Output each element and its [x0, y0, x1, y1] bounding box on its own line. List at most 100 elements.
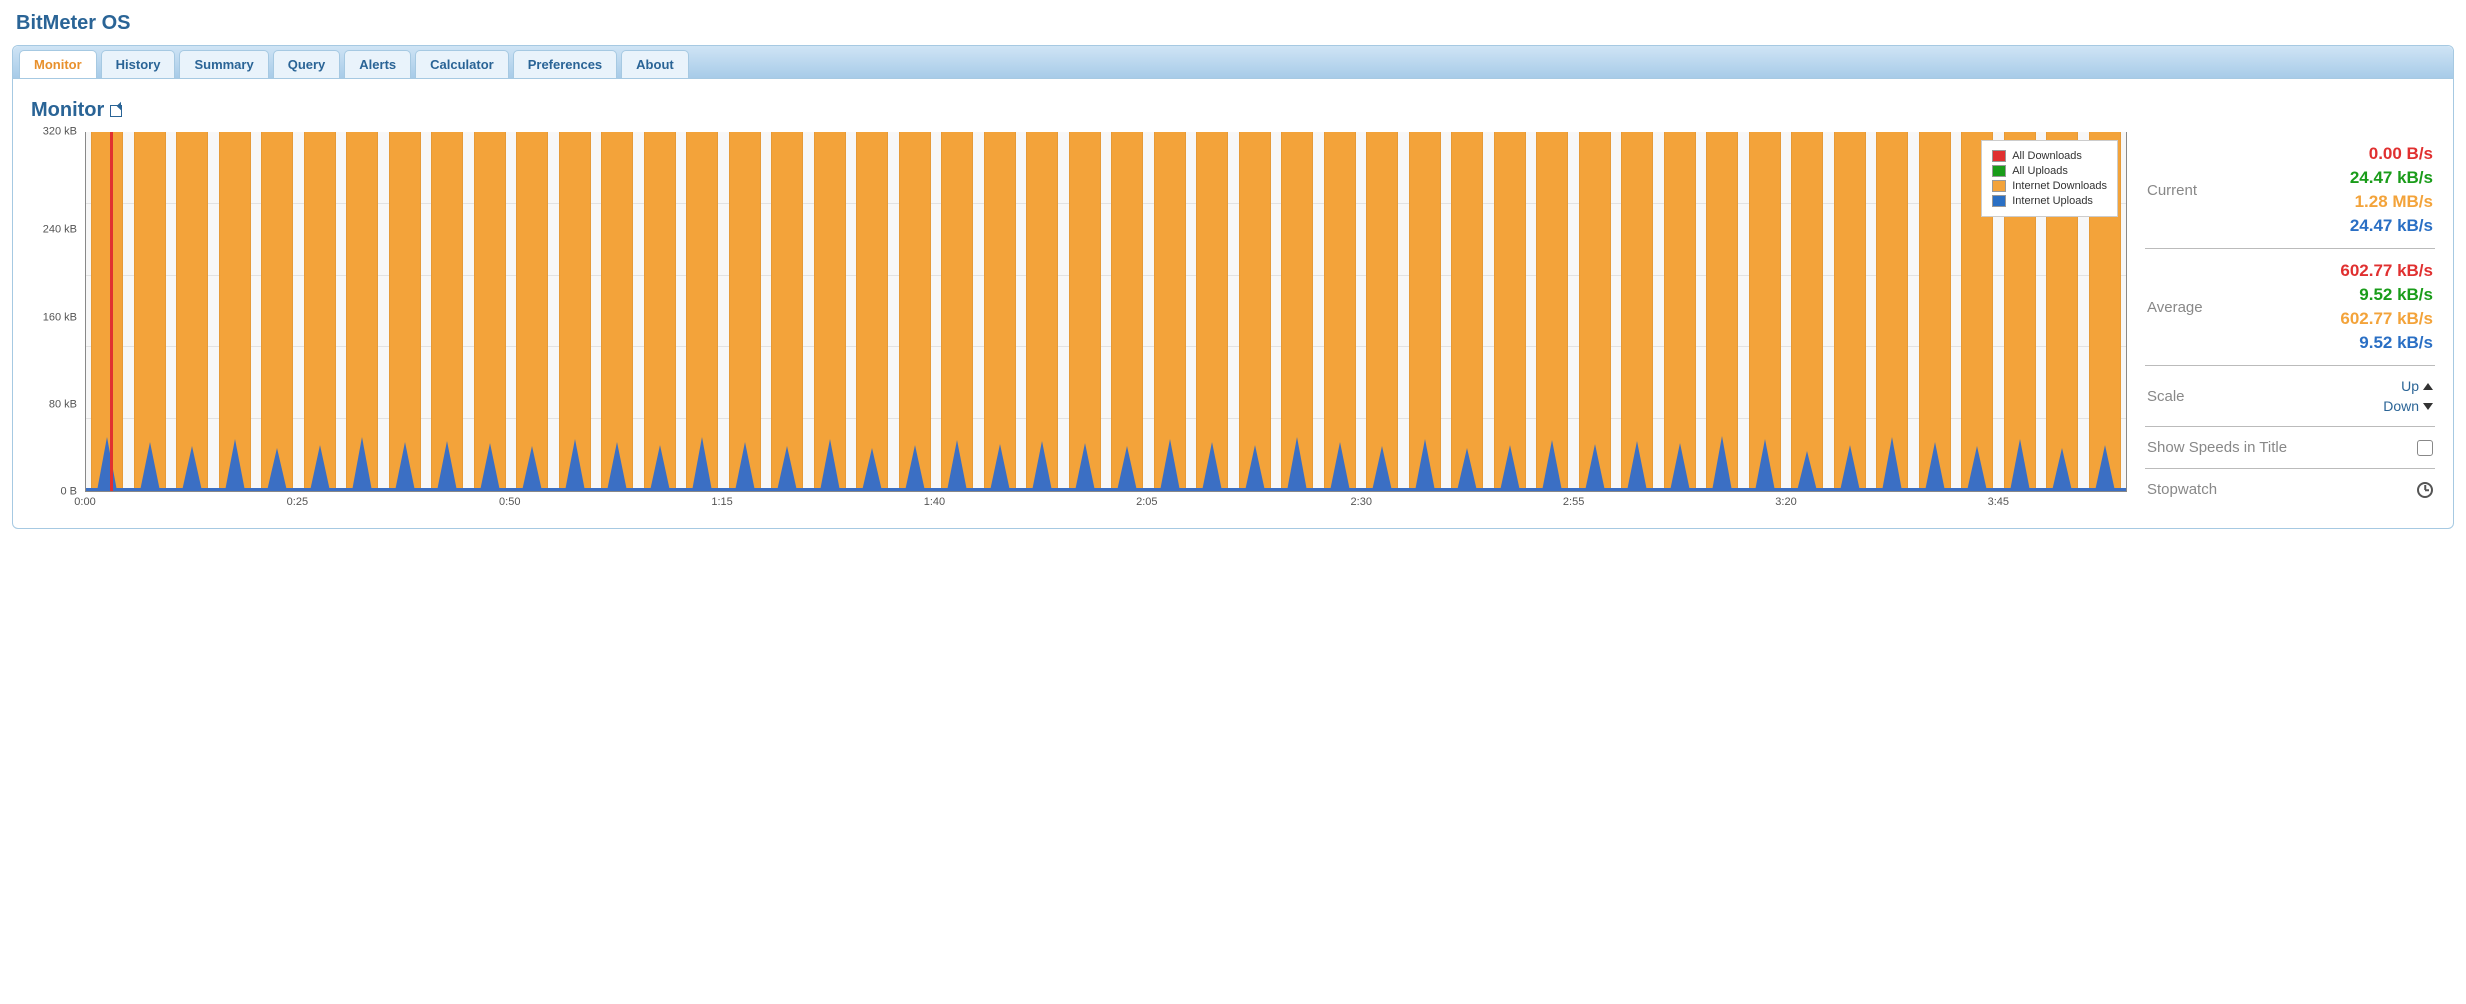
internet-download-bar — [1069, 132, 1101, 491]
bar-slot — [1616, 132, 1658, 491]
x-tick: 2:30 — [1351, 496, 1372, 508]
current-internet-uploads: 24.47 kB/s — [2350, 216, 2433, 236]
tab-summary[interactable]: Summary — [179, 50, 268, 78]
internet-upload-peak — [1372, 446, 1392, 491]
internet-upload-peak — [2052, 448, 2072, 491]
x-tick: 3:20 — [1775, 496, 1796, 508]
internet-upload-peak — [1755, 439, 1775, 491]
bar-slot — [724, 132, 766, 491]
legend-item: All Downloads — [1992, 150, 2107, 162]
internet-upload-peak — [480, 443, 500, 491]
x-tick: 0:00 — [74, 496, 95, 508]
x-tick: 3:45 — [1988, 496, 2009, 508]
internet-upload-peak — [1075, 443, 1095, 491]
tab-bar: MonitorHistorySummaryQueryAlertsCalculat… — [13, 46, 2453, 79]
internet-upload-peak — [947, 440, 967, 491]
page-heading-text: Monitor — [31, 99, 104, 122]
internet-upload-peak — [905, 445, 925, 491]
internet-download-bar — [176, 132, 208, 491]
current-internet-downloads: 1.28 MB/s — [2355, 192, 2433, 212]
legend-swatch — [1992, 150, 2006, 162]
bar-slot — [1064, 132, 1106, 491]
legend-label: All Downloads — [2012, 150, 2082, 162]
internet-upload-peak — [310, 445, 330, 491]
y-tick: 160 kB — [43, 312, 77, 323]
internet-upload-peak — [1542, 440, 1562, 491]
bar-slot — [1786, 132, 1828, 491]
scale-up-button[interactable]: Up — [2401, 378, 2433, 394]
bar-slot — [256, 132, 298, 491]
bar-slot — [639, 132, 681, 491]
show-speeds-checkbox[interactable] — [2417, 440, 2433, 456]
tab-query[interactable]: Query — [273, 50, 341, 78]
all-downloads-marker — [110, 132, 113, 491]
internet-download-bar — [1749, 132, 1781, 491]
bar-slot — [1531, 132, 1573, 491]
internet-upload-peak — [97, 437, 117, 491]
tab-about[interactable]: About — [621, 50, 689, 78]
internet-upload-peak — [140, 442, 160, 491]
internet-upload-peak — [1925, 442, 1945, 491]
bar-slot — [1446, 132, 1488, 491]
bar-slot — [1574, 132, 1616, 491]
internet-upload-peak — [607, 442, 627, 491]
internet-upload-peak — [1457, 448, 1477, 491]
internet-download-bar — [1366, 132, 1398, 491]
internet-download-bar — [1791, 132, 1823, 491]
current-label: Current — [2147, 182, 2237, 199]
scale-down-button[interactable]: Down — [2383, 398, 2433, 414]
tab-calculator[interactable]: Calculator — [415, 50, 509, 78]
tab-alerts[interactable]: Alerts — [344, 50, 411, 78]
bar-slot — [426, 132, 468, 491]
legend-item: All Uploads — [1992, 165, 2107, 177]
legend-label: Internet Downloads — [2012, 180, 2107, 192]
internet-download-bar — [219, 132, 251, 491]
y-tick: 80 kB — [49, 399, 77, 410]
internet-upload-peak — [1287, 437, 1307, 491]
popout-icon[interactable] — [110, 105, 122, 117]
internet-upload-peak — [1627, 441, 1647, 491]
bar-slot — [554, 132, 596, 491]
legend-label: All Uploads — [2012, 165, 2068, 177]
show-speeds-label: Show Speeds in Title — [2147, 439, 2417, 456]
bar-slot — [1659, 132, 1701, 491]
internet-upload-peak — [352, 437, 372, 491]
tab-preferences[interactable]: Preferences — [513, 50, 617, 78]
bar-slot — [1489, 132, 1531, 491]
internet-upload-peak — [820, 439, 840, 491]
y-tick: 240 kB — [43, 225, 77, 236]
internet-download-bar — [1536, 132, 1568, 491]
scale-down-label: Down — [2383, 398, 2419, 414]
clock-icon[interactable] — [2417, 482, 2433, 498]
internet-download-bar — [984, 132, 1016, 491]
chart-x-axis: 0:000:250:501:151:402:052:302:553:203:45 — [85, 496, 2127, 510]
current-all-downloads: 0.00 B/s — [2369, 144, 2433, 164]
current-all-uploads: 24.47 kB/s — [2350, 168, 2433, 188]
legend-item: Internet Downloads — [1992, 180, 2107, 192]
page-heading: Monitor — [31, 99, 2435, 122]
monitor-chart: 320 kB240 kB160 kB80 kB0 B All Downloads… — [31, 132, 2127, 510]
internet-upload-peak — [1797, 451, 1817, 491]
internet-download-bar — [1409, 132, 1441, 491]
internet-download-bar — [1834, 132, 1866, 491]
average-all-downloads: 602.77 kB/s — [2340, 261, 2433, 281]
triangle-up-icon — [2423, 383, 2433, 390]
bar-slot — [1871, 132, 1913, 491]
internet-download-bar — [1154, 132, 1186, 491]
internet-download-bar — [1111, 132, 1143, 491]
internet-upload-peak — [1117, 446, 1137, 491]
tab-monitor[interactable]: Monitor — [19, 50, 97, 78]
internet-download-bar — [1324, 132, 1356, 491]
bar-slot — [469, 132, 511, 491]
internet-download-bar — [1494, 132, 1526, 491]
x-tick: 0:50 — [499, 496, 520, 508]
internet-download-bar — [899, 132, 931, 491]
bar-slot — [1106, 132, 1148, 491]
internet-upload-peak — [267, 448, 287, 491]
app-title: BitMeter OS — [16, 12, 2454, 35]
internet-upload-peak — [692, 437, 712, 491]
bar-slot — [1701, 132, 1743, 491]
internet-download-bar — [1919, 132, 1951, 491]
tab-history[interactable]: History — [101, 50, 176, 78]
legend-item: Internet Uploads — [1992, 195, 2107, 207]
